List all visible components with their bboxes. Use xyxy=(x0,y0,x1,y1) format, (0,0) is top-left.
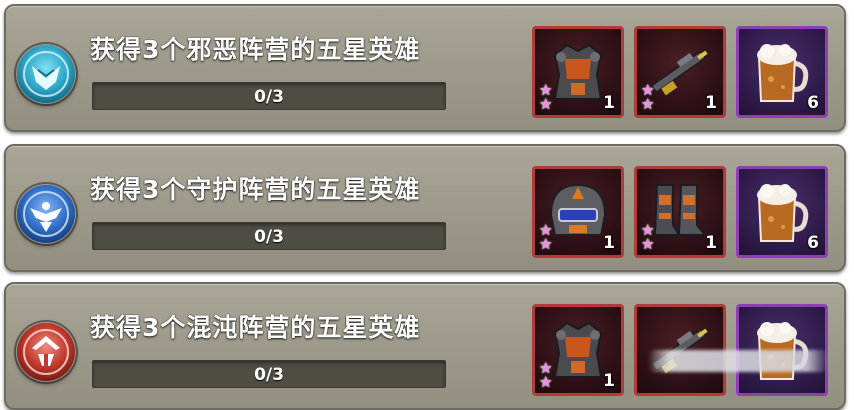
item-count: 1 xyxy=(705,233,717,253)
item-count: 1 xyxy=(603,93,615,113)
progress-text: 0/3 xyxy=(254,227,284,247)
item-count: 6 xyxy=(807,93,819,113)
guardian-faction-icon xyxy=(16,184,76,244)
progress-bar: 0/3 xyxy=(92,360,446,388)
reward-slot[interactable]: 6 xyxy=(736,26,828,118)
chaos-faction-icon xyxy=(16,322,76,382)
reward-slot[interactable]: ★ ★ 1 xyxy=(634,166,726,258)
reward-slot[interactable]: 6 xyxy=(736,166,828,258)
star-icon: ★ xyxy=(539,95,553,113)
item-count: 1 xyxy=(603,233,615,253)
quest-row[interactable]: 获得3个守护阵营的五星英雄 0/3 ★ ★ 1 ★ ★ 1 6 xyxy=(4,144,846,272)
reward-slot[interactable]: ★ ★ 1 xyxy=(532,26,624,118)
reward-slot[interactable]: ★ ★ 1 xyxy=(532,304,624,396)
star-icon: ★ xyxy=(641,95,655,113)
progress-bar: 0/3 xyxy=(92,82,446,110)
star-rating: ★ ★ xyxy=(641,83,655,113)
reward-slot[interactable]: ★ ★ 1 xyxy=(532,166,624,258)
quest-title: 获得3个邪恶阵营的五星英雄 xyxy=(90,35,421,64)
star-icon: ★ xyxy=(539,235,553,253)
star-icon: ★ xyxy=(539,373,553,391)
reward-slot[interactable]: ★ ★ 1 xyxy=(634,26,726,118)
star-rating: ★ ★ xyxy=(641,223,655,253)
star-rating: ★ ★ xyxy=(539,361,553,391)
quest-row[interactable]: 获得3个邪恶阵营的五星英雄 0/3 ★ ★ 1 ★ ★ 1 6 xyxy=(4,4,846,132)
quest-title: 获得3个混沌阵营的五星英雄 xyxy=(90,313,421,342)
item-count: 1 xyxy=(603,371,615,391)
quest-title: 获得3个守护阵营的五星英雄 xyxy=(90,175,421,204)
item-count: 6 xyxy=(807,233,819,253)
watermark-overlay xyxy=(648,350,828,372)
evil-faction-icon xyxy=(16,44,76,104)
item-count: 1 xyxy=(705,93,717,113)
star-icon: ★ xyxy=(641,235,655,253)
progress-bar: 0/3 xyxy=(92,222,446,250)
star-rating: ★ ★ xyxy=(539,223,553,253)
progress-text: 0/3 xyxy=(254,87,284,107)
star-rating: ★ ★ xyxy=(539,83,553,113)
progress-text: 0/3 xyxy=(254,365,284,385)
quest-row[interactable]: 获得3个混沌阵营的五星英雄 0/3 ★ ★ 1 xyxy=(4,282,846,410)
